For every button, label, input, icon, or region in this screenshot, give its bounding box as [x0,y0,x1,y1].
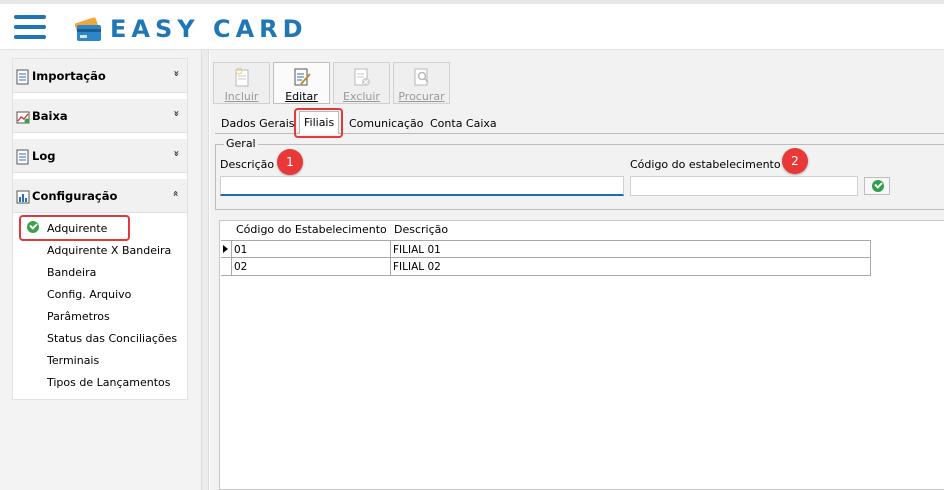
callout-badge-1: 1 [277,149,303,175]
sidebar-section-importacao[interactable]: Importação » [13,59,187,93]
delete-document-icon [354,68,370,86]
tab-comunicacao[interactable]: Comunicação [345,114,427,134]
sidebar-section-log[interactable]: Log » [13,139,187,173]
row-indicator [221,241,232,258]
group-title: Geral [224,137,258,150]
sidebar-item-adquirente[interactable]: Adquirente [47,222,107,235]
cell-divider [870,258,871,275]
check-icon [872,180,884,192]
grid-header-descricao[interactable]: Descrição [394,223,448,240]
chart-check-icon [16,111,30,124]
current-row-arrow-icon [223,245,228,253]
cell-descricao: FILIAL 02 [393,261,441,273]
cell-divider [390,258,391,275]
excluir-label: Excluir [343,90,380,103]
hamburger-menu-icon[interactable] [14,14,46,40]
sidebar-item-terminais[interactable]: Terminais [47,354,99,367]
sidebar-item-adquirente-x-bandeira[interactable]: Adquirente X Bandeira [47,244,171,257]
new-document-icon [235,67,249,87]
document-icon [16,149,29,165]
section-label: Baixa [32,109,68,123]
app-window: EASY CARD Importação » Baixa » Log » Con… [0,0,944,490]
callout-badge-2: 2 [782,148,808,174]
confirm-button[interactable] [864,177,890,195]
document-icon [16,69,29,85]
section-label: Configuração [32,189,118,203]
splitter[interactable] [201,50,209,490]
cell-descricao: FILIAL 01 [393,244,441,256]
cell-codigo: 02 [234,261,248,273]
cell-divider [390,241,391,258]
procurar-button[interactable]: Procurar [393,62,450,104]
chevron-down-icon: » [170,110,182,117]
sidebar-item-config-arquivo[interactable]: Config. Arquivo [47,288,131,301]
codigo-input[interactable] [630,176,858,196]
chevron-down-icon: » [170,150,182,157]
table-row[interactable]: 02 FILIAL 02 [221,258,871,276]
table-row[interactable]: 01 FILIAL 01 [221,240,871,258]
sidebar-section-baixa[interactable]: Baixa » [13,99,187,133]
procurar-label: Procurar [398,90,445,103]
chevron-up-icon: » [170,190,182,197]
section-label: Log [32,149,56,163]
sidebar-item-tipos-lancamentos[interactable]: Tipos de Lançamentos [47,376,170,389]
card-logo-icon [74,17,101,41]
search-document-icon [414,68,429,86]
tab-conta-caixa[interactable]: Conta Caixa [426,114,501,134]
incluir-button[interactable]: Incluir [213,62,270,104]
app-header: EASY CARD [0,4,944,50]
cell-codigo: 01 [234,244,248,256]
check-icon [27,221,39,233]
editar-button[interactable]: Editar [273,62,330,104]
chevron-down-icon: » [170,70,182,77]
excluir-button[interactable]: Excluir [333,62,390,104]
sidebar-section-configuracao[interactable]: Configuração » [13,179,187,213]
row-indicator [221,258,232,275]
cell-divider [870,241,871,258]
tab-dados-gerais[interactable]: Dados Gerais [217,114,299,134]
section-label: Importação [32,69,106,83]
selected-tab-highlight [294,108,343,138]
editar-label: Editar [285,90,318,103]
app-title: EASY CARD [110,15,308,43]
config-icon [16,190,30,204]
grid-header-codigo[interactable]: Código do Estabelecimento [236,223,387,240]
codigo-label: Código do estabelecimento [630,158,781,171]
incluir-label: Incluir [224,90,259,103]
descricao-label: Descrição [220,158,275,171]
sidebar-item-parametros[interactable]: Parâmetros [47,310,110,323]
sidebar-item-status-conciliacoes[interactable]: Status das Conciliações [47,332,177,345]
sidebar-item-bandeira[interactable]: Bandeira [47,266,96,279]
descricao-input[interactable] [220,176,624,196]
edit-document-icon [294,68,311,86]
